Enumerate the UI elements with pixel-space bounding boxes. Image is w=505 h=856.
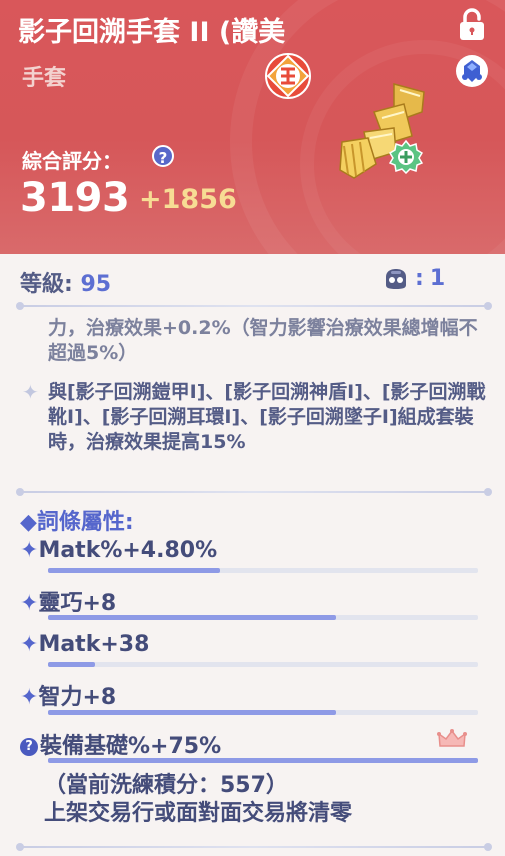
attribute-bar-fill xyxy=(48,758,478,763)
score-label: 綜合評分： xyxy=(22,149,122,173)
attribute-label: Matk%+4.80% xyxy=(38,538,218,563)
score-value: 3193 xyxy=(20,175,130,221)
level-label: 等級: xyxy=(20,272,81,297)
attribute-label: 裝備基礎%+75% xyxy=(40,734,222,759)
lock-icon[interactable] xyxy=(457,8,487,42)
star-icon: ✦ xyxy=(20,685,39,710)
attribute-row: ✦靈巧+8 xyxy=(20,585,116,617)
star-icon: ✦ xyxy=(20,538,39,563)
slot-colon: : xyxy=(415,266,424,291)
attribute-label: 智力+8 xyxy=(38,685,117,710)
divider xyxy=(16,843,492,851)
slot-icon xyxy=(386,268,406,289)
level-row: 等級: 95 xyxy=(20,266,111,298)
heal-badge-icon xyxy=(389,140,423,174)
refine-warning: 上架交易行或面對面交易將清零 xyxy=(44,801,353,826)
attribute-row: ✦Matk%+4.80% xyxy=(20,538,217,563)
attribute-bar xyxy=(48,615,478,620)
attribute-row: ✦Matk+38 xyxy=(20,632,149,657)
level-value: 95 xyxy=(80,272,112,297)
attribute-bar-fill xyxy=(48,615,337,620)
attribute-bar-fill xyxy=(48,710,337,715)
star-icon: ✦ xyxy=(22,380,39,404)
slot-row: : 1 xyxy=(383,266,445,291)
set-bonus-text: 與[影子回溯鎧甲Ⅰ]、[影子回溯神盾Ⅰ]、[影子回溯戰靴Ⅰ]、[影子回溯耳環Ⅰ]… xyxy=(48,381,486,453)
attribute-row: ? 裝備基礎%+75% xyxy=(20,728,221,760)
attribute-bar xyxy=(48,710,478,715)
attribute-label: 靈巧+8 xyxy=(38,591,117,616)
gauntlet-icon xyxy=(339,83,425,179)
item-name: 影子回溯手套 II (讚美 xyxy=(18,17,286,48)
gem-icon[interactable] xyxy=(455,54,489,88)
help-icon[interactable]: ? xyxy=(152,145,174,167)
item-header: 影子回溯手套 II (讚美 手套 綜合評分： ? 3193 +1856 xyxy=(0,0,505,254)
refine-points: （當前洗練積分：557） xyxy=(44,773,288,798)
attributes-title: ◆詞條屬性: xyxy=(20,510,134,535)
attribute-bar-fill xyxy=(48,662,96,667)
king-rank-icon xyxy=(265,53,311,99)
diamond-icon: ◆ xyxy=(20,510,37,535)
attribute-bar xyxy=(48,758,478,763)
score-delta: +1856 xyxy=(139,184,237,215)
star-icon: ✦ xyxy=(20,632,39,657)
question-icon[interactable]: ? xyxy=(20,738,38,756)
slot-value: 1 xyxy=(429,266,446,291)
item-type: 手套 xyxy=(22,66,67,91)
refine-note: （當前洗練積分：557） 上架交易行或面對面交易將清零 xyxy=(44,772,352,828)
effect-text: 力，治療效果+0.2%（智力影響治療效果總增幅不超過5%） xyxy=(48,317,478,364)
attribute-row: ✦智力+8 xyxy=(20,679,116,711)
attribute-label: Matk+38 xyxy=(38,632,150,657)
divider xyxy=(16,488,492,496)
star-icon: ✦ xyxy=(20,591,39,616)
divider xyxy=(16,302,492,310)
attribute-bar-fill xyxy=(48,568,220,573)
attribute-bar xyxy=(48,662,478,667)
crown-icon xyxy=(437,729,467,747)
attribute-bar xyxy=(48,568,478,573)
